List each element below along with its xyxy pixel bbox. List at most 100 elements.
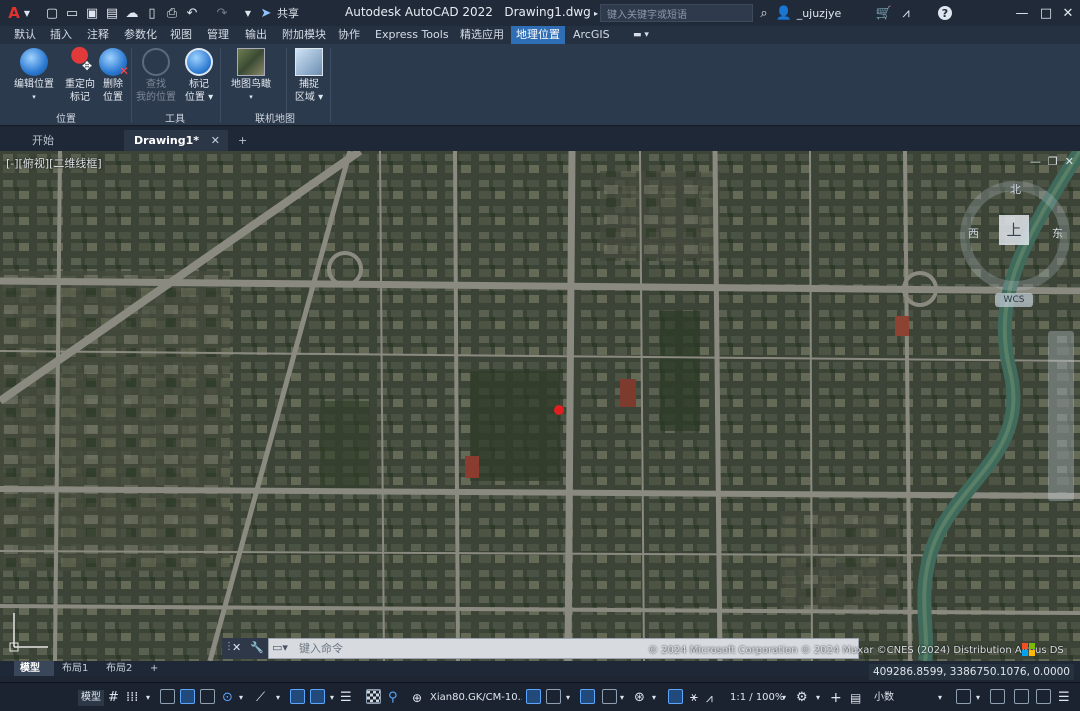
workspace-chevron-icon[interactable]: ▾ bbox=[816, 690, 820, 706]
lock-ui-icon[interactable] bbox=[990, 689, 1005, 704]
restore-viewport-icon[interactable]: ❐ bbox=[1048, 155, 1058, 168]
undo-icon[interactable]: ↶ bbox=[184, 4, 200, 22]
maximize-icon[interactable]: □ bbox=[1038, 4, 1054, 22]
share-icon[interactable]: ➤ bbox=[258, 4, 274, 22]
gear-icon[interactable]: ⚙ bbox=[796, 690, 808, 706]
object-snap-tracking-icon[interactable] bbox=[290, 689, 305, 704]
customize-chevron-icon[interactable]: ▼ bbox=[243, 4, 253, 22]
print-icon[interactable]: ⎙ bbox=[164, 4, 180, 22]
search-input[interactable]: 键入关键字或短语 bbox=[600, 4, 753, 22]
share-button[interactable]: 共享 bbox=[276, 4, 300, 22]
model-space-button[interactable]: 模型 bbox=[78, 690, 104, 706]
find-my-location-button[interactable]: 查找 我的位置 bbox=[134, 48, 178, 104]
mark-position-button[interactable]: 标记 位置 ▾ bbox=[182, 48, 216, 104]
tab-arcgis[interactable]: ArcGIS bbox=[568, 26, 615, 44]
geolocation-pin-icon[interactable]: ⚲ bbox=[388, 690, 398, 706]
open-folder-icon[interactable]: ▭ bbox=[64, 4, 80, 22]
viewcube-east[interactable]: 东 bbox=[1052, 225, 1063, 241]
tab-featured-apps[interactable]: 精选应用 bbox=[455, 26, 509, 44]
gizmo-icon[interactable]: ⊛ bbox=[634, 690, 645, 706]
tab-layout1[interactable]: 布局1 bbox=[56, 661, 96, 676]
tab-default[interactable]: 默认 bbox=[9, 26, 41, 44]
snap-chevron-icon[interactable]: ▾ bbox=[146, 690, 150, 706]
navigation-bar[interactable] bbox=[1048, 331, 1074, 501]
isodraft-chevron-icon[interactable]: ▾ bbox=[276, 690, 280, 706]
customize-wrench-icon[interactable]: 🔧 bbox=[250, 641, 264, 654]
selection-filter-icon[interactable] bbox=[602, 689, 617, 704]
aerial-map-button[interactable]: 地图鸟瞰 ▾ bbox=[226, 48, 276, 104]
close-tab-icon[interactable]: ✕ bbox=[211, 130, 220, 151]
tab-express-tools[interactable]: Express Tools bbox=[370, 26, 454, 44]
lineweight-icon[interactable]: ☰ bbox=[340, 690, 352, 706]
tab-collaborate[interactable]: 协作 bbox=[333, 26, 365, 44]
3d-osnap-icon[interactable] bbox=[546, 689, 561, 704]
quick-properties-icon[interactable] bbox=[956, 689, 971, 704]
customization-menu-icon[interactable]: ☰ bbox=[1058, 690, 1070, 706]
autodesk-icon[interactable]: ⩘ bbox=[898, 4, 914, 22]
tab-drawing1[interactable]: Drawing1* ✕ bbox=[124, 130, 228, 151]
new-file-icon[interactable]: ▢ bbox=[44, 4, 60, 22]
new-layout-icon[interactable]: + bbox=[146, 661, 164, 676]
edit-location-button[interactable]: 编辑位置 ▾ bbox=[10, 48, 58, 104]
scale-chevron-icon[interactable]: ▾ bbox=[782, 690, 786, 706]
tab-geolocation[interactable]: 地理位置 bbox=[511, 26, 565, 44]
tab-parametric[interactable]: 参数化 bbox=[119, 26, 162, 44]
help-icon[interactable]: ? bbox=[938, 6, 952, 20]
infer-constraints-icon[interactable] bbox=[160, 689, 175, 704]
annotation-scale-icon[interactable]: ⩘ bbox=[706, 690, 713, 706]
gizmo-chevron-icon[interactable]: ▾ bbox=[652, 690, 656, 706]
minimize-icon[interactable]: — bbox=[1014, 4, 1030, 22]
polar-tracking-icon[interactable]: ⊙ bbox=[222, 690, 233, 706]
capture-area-button[interactable]: 捕捉 区域 ▾ bbox=[292, 48, 326, 104]
remove-location-button[interactable]: ✕ 删除 位置 bbox=[98, 48, 129, 104]
isodraft-icon[interactable]: ⟋ bbox=[256, 690, 265, 706]
viewcube-top-face[interactable]: 上 bbox=[999, 215, 1029, 245]
tab-layout2[interactable]: 布局2 bbox=[100, 661, 140, 676]
new-tab-icon[interactable]: + bbox=[232, 130, 254, 151]
web-mobile-icon[interactable]: ▯ bbox=[144, 4, 160, 22]
app-menu-button[interactable]: A bbox=[6, 4, 22, 22]
transparency-icon[interactable] bbox=[366, 689, 381, 704]
tab-model[interactable]: 模型 bbox=[14, 661, 54, 676]
tab-addins[interactable]: 附加模块 bbox=[277, 26, 331, 44]
tab-view[interactable]: 视图 bbox=[165, 26, 197, 44]
annotation-monitor-icon[interactable]: + bbox=[830, 690, 842, 706]
dynamic-ucs-icon[interactable] bbox=[580, 689, 595, 704]
save-as-icon[interactable]: ▤ bbox=[104, 4, 120, 22]
ribbon-display-icon[interactable]: ▬ ▾ bbox=[628, 26, 654, 44]
annotation-scale-value[interactable]: 1:1 / 100% bbox=[730, 690, 784, 706]
clean-screen-icon[interactable] bbox=[1036, 689, 1051, 704]
coordinates-readout[interactable]: 409286.8599, 3386750.1076, 0.0000 bbox=[868, 664, 1074, 680]
redo-icon[interactable]: ↷ bbox=[214, 4, 230, 22]
coordinate-system-label[interactable]: Xian80.GK/CM-10... bbox=[430, 690, 522, 706]
close-viewport-icon[interactable]: ✕ bbox=[1065, 155, 1074, 168]
drawing-viewport[interactable]: [-][俯视][二维线框] — ❐ ✕ 北 西 东 上 WCS bbox=[0, 151, 1080, 661]
close-command-icon[interactable]: ✕ bbox=[232, 641, 241, 654]
reorient-marker-button[interactable]: ● ✥ 重定向 标记 bbox=[60, 44, 100, 104]
3d-osnap-chevron-icon[interactable]: ▾ bbox=[566, 690, 570, 706]
minimize-viewport-icon[interactable]: — bbox=[1030, 155, 1041, 168]
cloud-icon[interactable]: ☁ bbox=[124, 4, 140, 22]
selection-cycling-icon[interactable] bbox=[526, 689, 541, 704]
filter-chevron-icon[interactable]: ▾ bbox=[620, 690, 624, 706]
user-name[interactable]: _ujuzjye bbox=[793, 4, 845, 22]
osnap-chevron-icon[interactable]: ▾ bbox=[330, 690, 334, 706]
viewport-controls-label[interactable]: [-][俯视][二维线框] bbox=[6, 155, 102, 171]
viewcube-west[interactable]: 西 bbox=[968, 225, 979, 241]
properties-chevron-icon[interactable]: ▾ bbox=[976, 690, 980, 706]
grid-icon[interactable]: # bbox=[108, 690, 119, 706]
isolate-objects-icon[interactable] bbox=[1014, 689, 1029, 704]
user-icon[interactable]: 👤 bbox=[776, 4, 792, 22]
tab-manage[interactable]: 管理 bbox=[202, 26, 234, 44]
units-chevron-icon[interactable]: ▾ bbox=[938, 690, 942, 706]
chevron-down-icon[interactable]: ▼ bbox=[22, 4, 32, 22]
cart-icon[interactable]: 🛒 bbox=[876, 4, 892, 22]
command-prompt-icon[interactable]: ▭▾ bbox=[272, 641, 288, 654]
search-icon[interactable]: ⌕ bbox=[757, 4, 771, 22]
dynamic-input-icon[interactable] bbox=[200, 689, 215, 704]
tab-start[interactable]: 开始 bbox=[22, 130, 122, 151]
close-icon[interactable]: ✕ bbox=[1060, 4, 1076, 22]
annotation-visibility-icon[interactable] bbox=[668, 689, 683, 704]
ortho-icon[interactable] bbox=[180, 689, 195, 704]
location-marker[interactable] bbox=[554, 405, 564, 415]
